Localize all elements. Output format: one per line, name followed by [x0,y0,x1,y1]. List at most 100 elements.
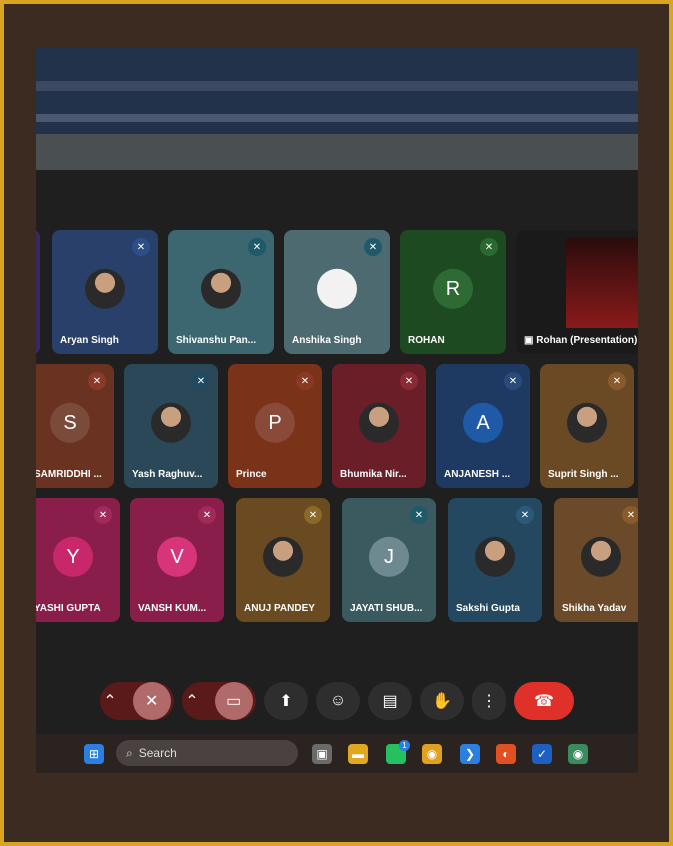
participant-tile[interactable]: ✕ Suprit Singh ... [540,364,634,488]
mic-muted-icon: ✕ [88,372,106,390]
windows-start-icon[interactable]: ⊞ [84,744,104,764]
avatar-initial: S [50,402,90,443]
participant-tile[interactable]: ✕ Shikha Yadav [554,498,638,622]
phone-end-icon: ☎ [534,693,554,710]
present-button[interactable]: ⬆ [264,682,308,720]
participant-name: Anshika Singh [292,335,362,346]
avatar-initial: P [255,402,295,443]
avatar-initial: R [433,268,473,309]
participant-name: ROHAN [408,335,445,346]
avatar-initial: J [369,536,409,577]
avatar-initial: Y [53,536,93,577]
avatar [263,536,303,577]
avatar [581,536,621,577]
more-icon: ⋮ [481,693,497,710]
whatsapp-icon[interactable]: 1 [386,740,410,764]
firefox-icon[interactable]: ◐ [496,744,516,764]
participant-name: ANUJ PANDEY [244,603,315,614]
participant-name: ▣ Rohan (Presentation) [524,335,638,346]
participant-tile[interactable]: ✕ S SAMRIDDHI ... [36,364,114,488]
participant-name: Prince [236,469,267,480]
participant-tile[interactable]: ✕ Aryan Singh [52,230,158,354]
emoji-button[interactable]: ☺ [316,682,360,720]
participant-name: Shikha Yadav [562,603,627,614]
captions-icon: ▤ [382,693,398,710]
present-icon: ⬆ [279,693,293,710]
mic-muted-icon: ✕ [480,238,498,256]
participant-tile[interactable]: ✕ ANUJ PANDEY [236,498,330,622]
participant-tile[interactable]: ✕ V VANSH KUM... [130,498,224,622]
todo-icon[interactable]: ✓ [532,744,552,764]
participant-tile[interactable]: ✕ R ROHAN [400,230,506,354]
meeting-screen: ✕ Aryan Singh ✕ Shivanshu Pan... ✕ Anshi… [36,48,638,773]
mic-control-group[interactable]: ⌃ ✕ [100,682,174,720]
avatar [475,536,515,577]
raise-hand-button[interactable]: ✋ [420,682,464,720]
avatar-initial: V [157,536,197,577]
mic-muted-icon: ✕ [296,372,314,390]
participant-name: SAMRIDDHI ... [36,469,102,480]
avatar [151,402,191,443]
notification-badge: 1 [399,740,410,751]
avatar [567,402,607,443]
browser-top-area [36,48,638,134]
participant-tile[interactable]: ✕ Yash Raghuv... [124,364,218,488]
presentation-tile[interactable]: ▣ Rohan (Presentation) [516,230,638,354]
mic-muted-icon: ✕ [622,506,638,524]
mic-muted-icon: ✕ [94,506,112,524]
participant-name: Aryan Singh [60,335,119,346]
presentation-thumbnail [566,238,638,328]
participant-name: Shivanshu Pan... [176,335,257,346]
avatar [317,268,357,309]
hand-icon: ✋ [432,693,452,710]
search-icon: ⌕ [126,745,133,760]
partial-tile-left[interactable] [36,230,40,354]
participant-name: YASHI GUPTA [36,603,101,614]
search-label: Search [138,746,177,760]
participant-tile[interactable]: ✕ P Prince [228,364,322,488]
participant-name: Sakshi Gupta [456,603,520,614]
mic-muted-icon: ✕ [132,238,150,256]
camera-control-group[interactable]: ⌃ ▭ [182,682,256,720]
captions-button[interactable]: ▤ [368,682,412,720]
participant-tile[interactable]: ✕ J JAYATI SHUB... [342,498,436,622]
chrome-active-icon[interactable]: ◉ [568,744,588,764]
participant-tile[interactable]: ✕ Sakshi Gupta [448,498,542,622]
participant-name: Yash Raghuv... [132,469,203,480]
participant-tile[interactable]: ✕ A ANJANESH ... [436,364,530,488]
camera-off-icon[interactable]: ▭ [214,682,253,720]
top-band [36,81,638,91]
chevron-up-icon[interactable]: ⌃ [103,691,116,711]
mic-muted-icon: ✕ [516,506,534,524]
avatar [359,402,399,443]
participant-tile[interactable]: ✕ Anshika Singh [284,230,390,354]
avatar [201,268,241,309]
participant-name: JAYATI SHUB... [350,603,423,614]
task-view-icon[interactable]: ▣ [312,744,332,764]
file-explorer-icon[interactable]: ▬ [348,744,368,764]
windows-taskbar: ⊞ ⌕ Search ▣ ▬ 1 ◉ ❯ ◐ ✓ ◉ [36,734,638,773]
mic-muted-icon: ✕ [364,238,382,256]
avatar [85,268,125,309]
participant-name: ANJANESH ... [444,469,511,480]
participant-name: VANSH KUM... [138,603,207,614]
mic-muted-icon: ✕ [192,372,210,390]
mic-muted-icon: ✕ [400,372,418,390]
top-band-2 [36,114,638,122]
mic-off-icon[interactable]: ✕ [132,682,171,720]
address-bar [36,134,638,170]
more-options-button[interactable]: ⋮ [472,682,506,720]
participant-tile[interactable]: ✕ Bhumika Nir... [332,364,426,488]
mic-muted-icon: ✕ [304,506,322,524]
avatar-initial: A [463,402,503,443]
vscode-icon[interactable]: ❯ [460,744,480,764]
taskbar-search[interactable]: ⌕ Search [116,740,298,766]
mic-muted-icon: ✕ [608,372,626,390]
participant-name: Suprit Singh ... [548,469,619,480]
participant-tile[interactable]: ✕ Shivanshu Pan... [168,230,274,354]
chevron-up-icon[interactable]: ⌃ [185,691,198,711]
participant-tile[interactable]: ✕ Y YASHI GUPTA [36,498,120,622]
chrome-icon[interactable]: ◉ [422,744,442,764]
end-call-button[interactable]: ☎ [514,682,574,720]
mic-muted-icon: ✕ [248,238,266,256]
